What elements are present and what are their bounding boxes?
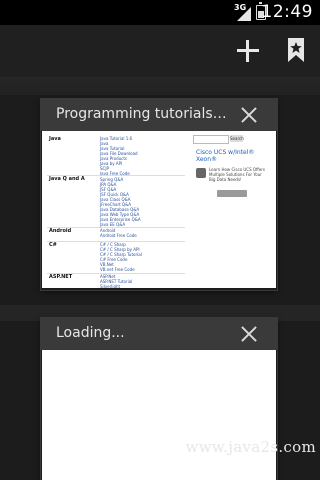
tab-header: Programming tutorials an... <box>41 99 277 131</box>
close-icon[interactable] <box>239 105 259 125</box>
ad-block: Search Cisco UCS w/Intel® Xeon® Learn Ho… <box>193 135 273 205</box>
tab-preview-thumbnail[interactable]: Java Java Tutorial 1.6 Java Java Tutorial J… <box>42 131 276 288</box>
watermark: www.java2s.com <box>185 438 316 456</box>
tab-strip-background <box>0 77 320 95</box>
close-icon[interactable] <box>239 324 259 344</box>
bookmark-icon[interactable] <box>283 35 309 65</box>
ad-button <box>217 190 247 197</box>
status-bar: 3G 12:49 <box>0 0 320 25</box>
signal-icon <box>237 7 251 21</box>
tab-header: Loading... <box>41 318 277 350</box>
ad-text: Learn How Cisco UCS Offers Multiple Solu… <box>209 167 265 182</box>
tab-card[interactable]: Programming tutorials an... Java Java Tu… <box>41 99 277 290</box>
search-button[interactable]: Search <box>230 135 244 142</box>
action-bar <box>0 25 320 77</box>
ad-title: Cisco UCS w/Intel® Xeon® <box>196 149 255 163</box>
ad-image <box>196 168 206 178</box>
tab-title: Programming tutorials an... <box>56 106 228 122</box>
tab-preview-thumbnail[interactable] <box>42 350 276 480</box>
tab-title: Loading... <box>56 325 125 341</box>
clock: 12:49 <box>261 2 313 22</box>
search-input[interactable] <box>193 135 229 144</box>
add-icon[interactable] <box>232 35 264 67</box>
